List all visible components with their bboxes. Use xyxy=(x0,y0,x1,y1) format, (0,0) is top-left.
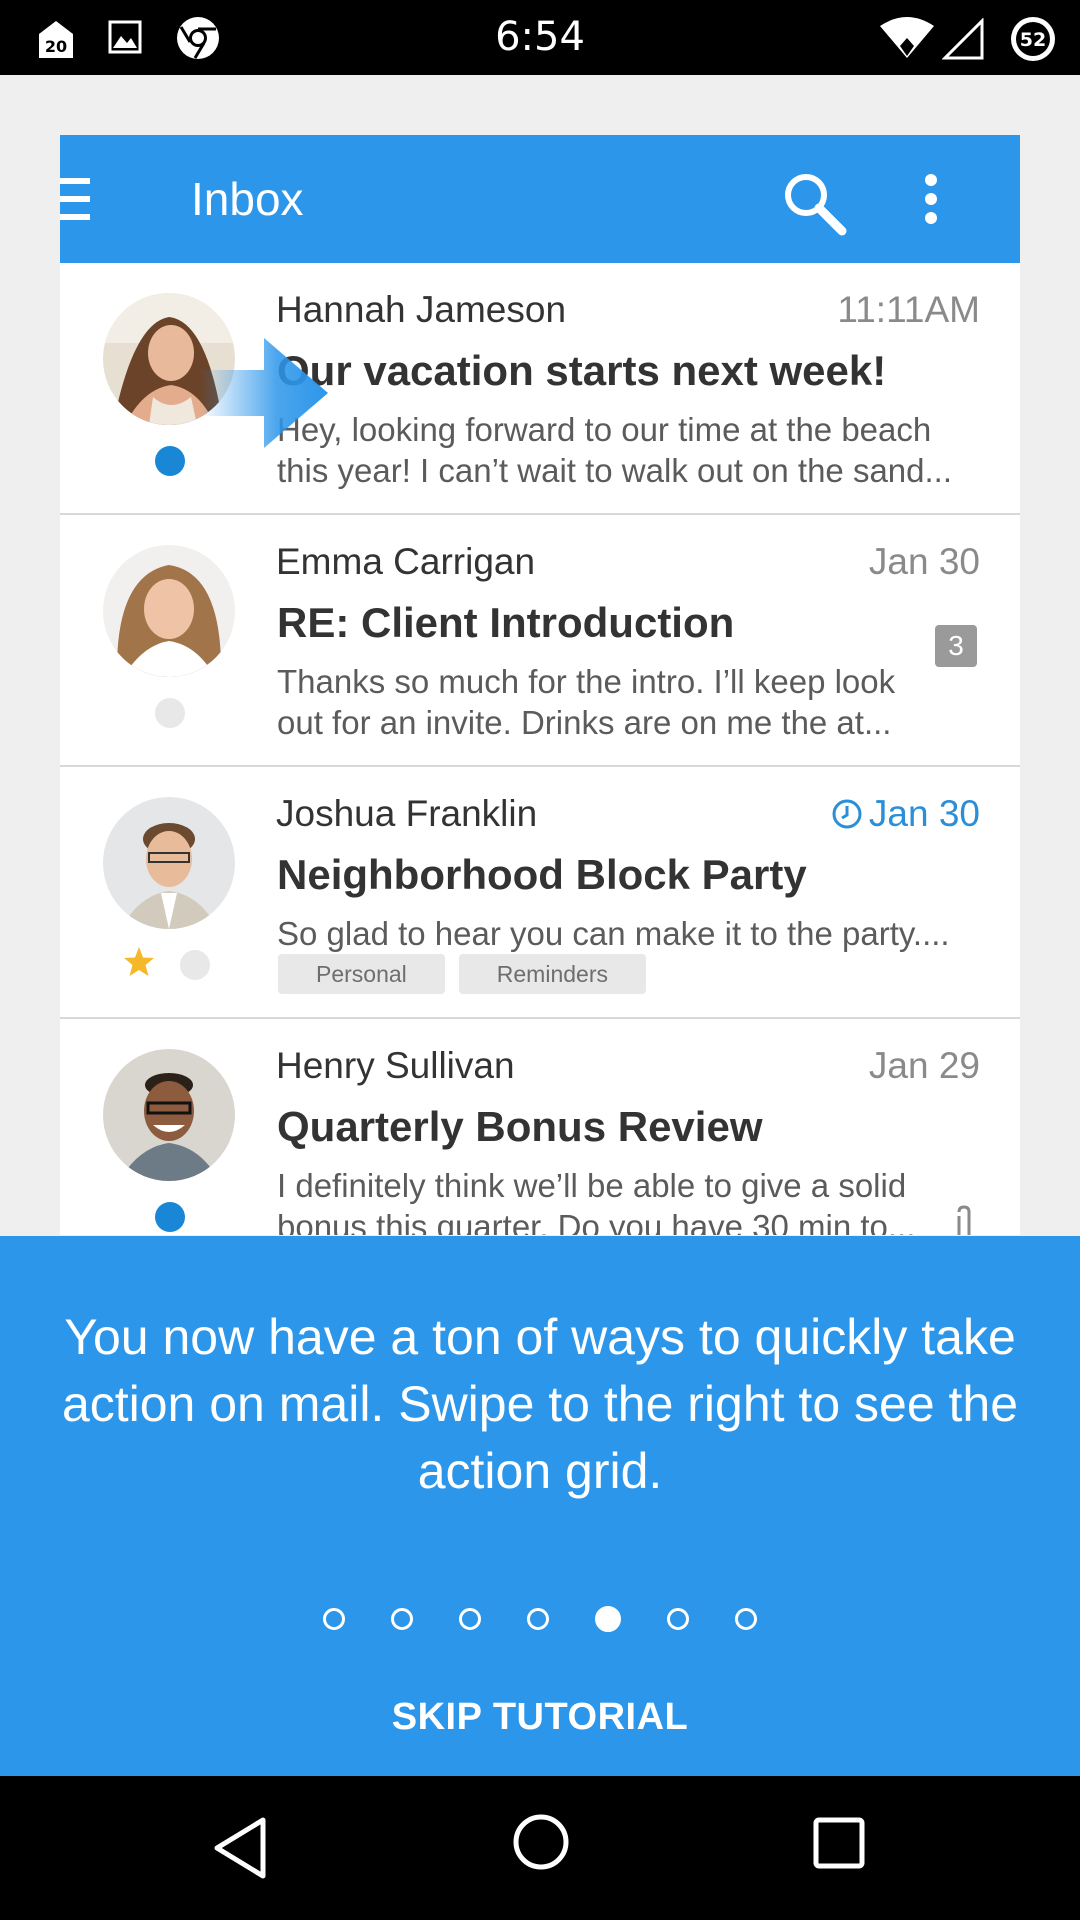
mail-item-joshua-franklin[interactable]: Joshua Franklin Jan 30 Neighborhood Bloc… xyxy=(60,767,1020,1019)
tag-list: Personal Reminders xyxy=(278,954,660,994)
avatar xyxy=(103,797,235,929)
thread-count-badge: 3 xyxy=(935,625,977,667)
tutorial-message: You now have a ton of ways to quickly ta… xyxy=(61,1309,1019,1499)
page-dot-2[interactable] xyxy=(391,1608,413,1630)
email-date-text: Jan 30 xyxy=(868,793,980,834)
unread-indicator xyxy=(155,446,185,476)
battery-icon: 52 xyxy=(1008,14,1058,69)
avatar xyxy=(103,545,235,677)
mail-item-henry-sullivan[interactable]: Henry Sullivan Jan 29 Quarterly Bonus Re… xyxy=(60,1019,1020,1235)
email-date: Jan 30 xyxy=(831,793,980,839)
tag-reminders[interactable]: Reminders xyxy=(458,954,646,994)
email-subject: Neighborhood Block Party xyxy=(277,851,807,898)
page-dot-3[interactable] xyxy=(459,1608,481,1630)
avatar xyxy=(103,1049,235,1181)
tag-personal[interactable]: Personal xyxy=(278,954,445,994)
email-date: Jan 29 xyxy=(868,1045,980,1086)
email-date: Jan 30 xyxy=(868,541,980,582)
wifi-icon xyxy=(878,16,936,65)
sender-name: Henry Sullivan xyxy=(276,1045,515,1086)
page-dot-4[interactable] xyxy=(527,1608,549,1630)
svg-text:52: 52 xyxy=(1020,29,1046,51)
app-bar: Inbox xyxy=(60,135,1020,263)
mail-list: Hannah Jameson 11:11AM Our vacation star… xyxy=(60,263,1020,1235)
star-icon[interactable] xyxy=(122,945,156,984)
page-dot-7[interactable] xyxy=(735,1608,757,1630)
clock-icon xyxy=(831,797,863,839)
page-title: Inbox xyxy=(191,173,304,225)
sender-name: Emma Carrigan xyxy=(276,541,536,582)
page-dot-5-active[interactable] xyxy=(595,1606,621,1632)
mail-item-hannah-jameson[interactable]: Hannah Jameson 11:11AM Our vacation star… xyxy=(60,263,1020,515)
hamburger-menu-icon[interactable] xyxy=(60,178,92,225)
more-vert-icon[interactable] xyxy=(924,173,938,230)
cell-signal-icon xyxy=(941,17,986,65)
attachment-icon xyxy=(953,1204,975,1235)
search-icon[interactable] xyxy=(782,171,848,242)
navigation-bar xyxy=(0,1776,1080,1920)
status-bar: 20 6:54 52 xyxy=(0,0,1080,75)
tutorial-overlay: You now have a ton of ways to quickly ta… xyxy=(0,1236,1080,1776)
read-indicator xyxy=(180,950,210,980)
read-indicator xyxy=(155,698,185,728)
home-icon[interactable] xyxy=(511,1812,571,1877)
swipe-right-arrow-icon xyxy=(200,338,330,453)
unread-indicator xyxy=(155,1202,185,1232)
email-preview: So glad to hear you can make it to the p… xyxy=(277,915,950,952)
email-preview: Thanks so much for the intro. I’ll keep … xyxy=(277,663,896,741)
back-icon[interactable] xyxy=(213,1816,269,1885)
email-preview: Hey, looking forward to our time at the … xyxy=(277,411,953,489)
skip-tutorial-button[interactable]: SKIP TUTORIAL xyxy=(0,1696,1080,1739)
page-indicator xyxy=(0,1606,1080,1635)
page-dot-6[interactable] xyxy=(667,1608,689,1630)
email-preview: I definitely think we’ll be able to give… xyxy=(277,1167,916,1235)
sender-name: Hannah Jameson xyxy=(276,289,567,330)
email-date: 11:11AM xyxy=(837,289,980,330)
mail-item-emma-carrigan[interactable]: Emma Carrigan Jan 30 RE: Client Introduc… xyxy=(60,515,1020,767)
page-dot-1[interactable] xyxy=(323,1608,345,1630)
sender-name: Joshua Franklin xyxy=(276,793,538,834)
recents-icon[interactable] xyxy=(812,1816,868,1877)
email-subject: Our vacation starts next week! xyxy=(277,347,887,394)
email-subject: Quarterly Bonus Review xyxy=(277,1103,763,1150)
inbox-card: Inbox Hannah Jameson 11:11AM Our vacatio… xyxy=(60,135,1020,1235)
email-subject: RE: Client Introduction xyxy=(277,599,735,646)
